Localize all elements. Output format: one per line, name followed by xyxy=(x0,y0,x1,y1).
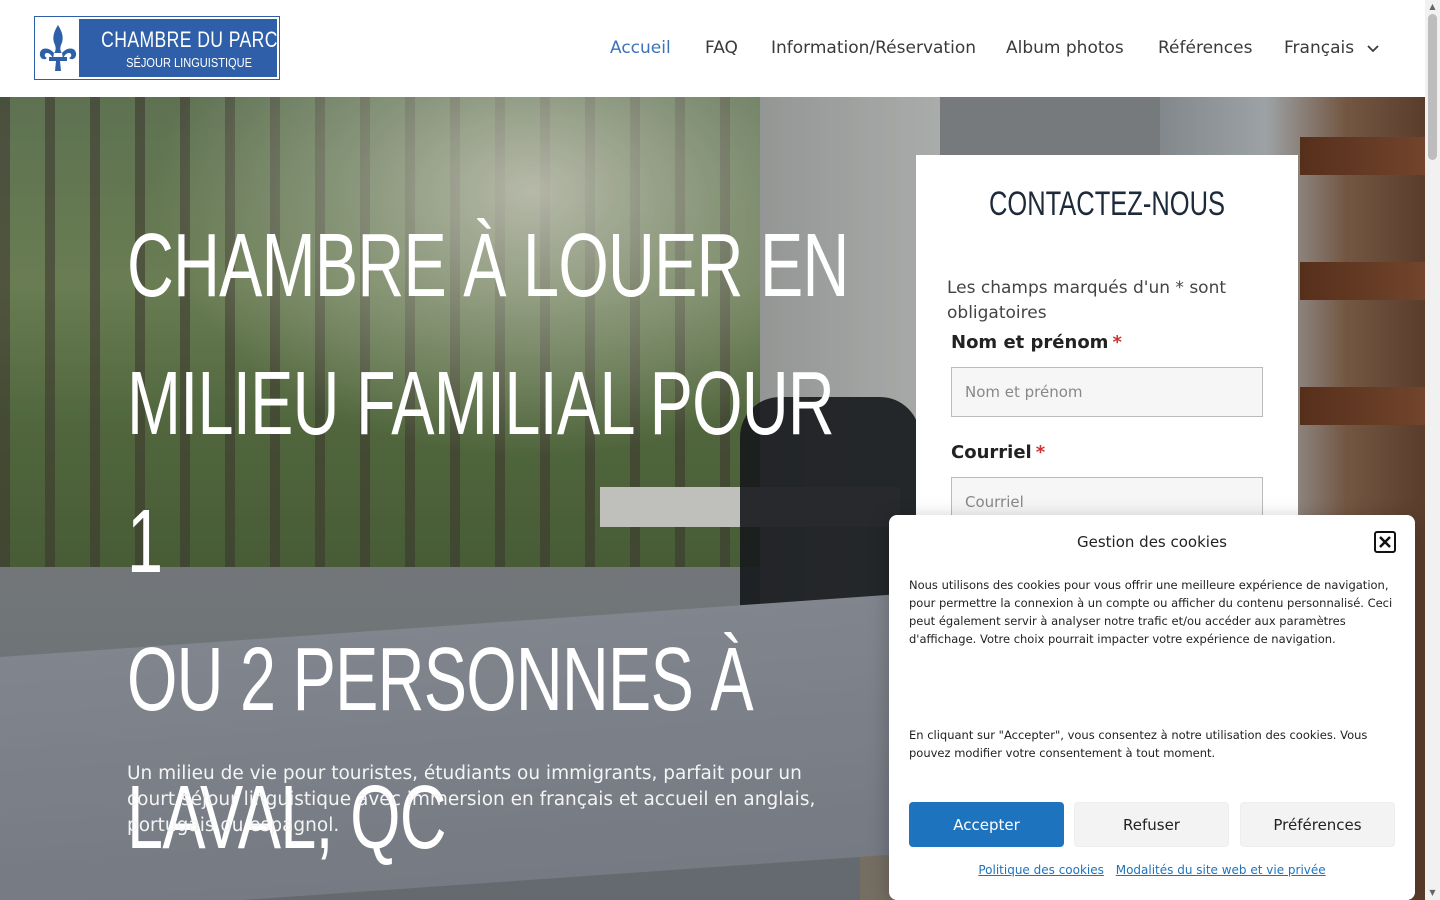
name-label-text: Nom et prénom xyxy=(951,332,1109,353)
email-label-text: Courriel xyxy=(951,442,1032,463)
site-header: CHAMBRE DU PARC SÉJOUR LINGUISTIQUE Accu… xyxy=(0,0,1425,97)
preferences-button[interactable]: Préférences xyxy=(1240,802,1395,847)
language-label: Français xyxy=(1284,38,1355,58)
required-star: * xyxy=(1035,442,1046,463)
cookie-consent-text: En cliquant sur "Accepter", vous consent… xyxy=(909,728,1368,760)
name-field-label: Nom et prénom * xyxy=(951,332,1122,353)
cookie-title: Gestion des cookies xyxy=(1077,533,1227,551)
nav-item-information-reservation[interactable]: Information/Réservation xyxy=(771,38,976,58)
refuse-button[interactable]: Refuser xyxy=(1074,802,1229,847)
page-scrollbar[interactable]: ▲ ▼ xyxy=(1425,0,1440,900)
nav-item-album-photos[interactable]: Album photos xyxy=(1006,38,1124,58)
close-icon[interactable] xyxy=(1374,531,1396,553)
required-fields-note: Les champs marqués d'un * sont obligatoi… xyxy=(947,278,1227,323)
contact-title: CONTACTEZ-NOUS xyxy=(988,185,1226,223)
nav-item-references[interactable]: Références xyxy=(1158,38,1252,58)
required-star: * xyxy=(1112,332,1122,353)
nav-item-accueil[interactable]: Accueil xyxy=(610,38,671,58)
contact-form-card: CONTACTEZ-NOUS Les champs marqués d'un *… xyxy=(916,155,1298,575)
hero-title-line: MILIEU FAMILIAL POUR 1 xyxy=(127,354,835,592)
scrollbar-thumb[interactable] xyxy=(1428,14,1437,160)
cookie-links: Politique des cookies Modalités du site … xyxy=(889,863,1415,877)
main-nav: Accueil FAQ Information/Réservation Albu… xyxy=(0,38,1425,62)
scroll-down-arrow-icon[interactable]: ▼ xyxy=(1428,888,1437,897)
name-input[interactable] xyxy=(951,367,1263,417)
chevron-down-icon xyxy=(1367,38,1380,58)
hero-subtitle: Un milieu de vie pour touristes, étudian… xyxy=(127,763,816,836)
nav-item-faq[interactable]: FAQ xyxy=(705,38,738,58)
cookie-consent-modal: Gestion des cookies Nous utilisons des c… xyxy=(889,515,1415,900)
cookie-policy-link[interactable]: Politique des cookies xyxy=(978,863,1104,877)
privacy-terms-link[interactable]: Modalités du site web et vie privée xyxy=(1116,863,1326,877)
accept-button[interactable]: Accepter xyxy=(909,802,1064,847)
hero-title-line: OU 2 PERSONNES À xyxy=(127,630,754,730)
hero-title-line: CHAMBRE À LOUER EN xyxy=(127,216,849,316)
nav-item-language[interactable]: Français xyxy=(1284,38,1380,58)
email-field-label: Courriel * xyxy=(951,442,1045,463)
scroll-up-arrow-icon[interactable]: ▲ xyxy=(1428,2,1437,11)
cookie-description: Nous utilisons des cookies pour vous off… xyxy=(909,578,1393,646)
